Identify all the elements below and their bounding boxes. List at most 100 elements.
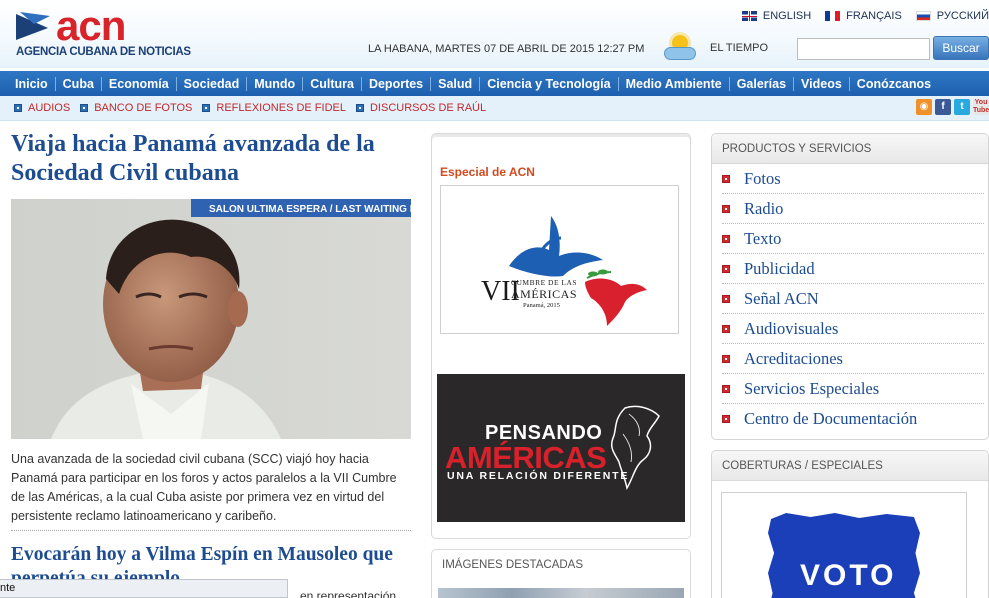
product-acreditaciones[interactable]: Acreditaciones bbox=[722, 344, 984, 374]
nav-deportes[interactable]: Deportes bbox=[362, 77, 430, 91]
link-banco-fotos[interactable]: BANCO DE FOTOS bbox=[80, 102, 192, 114]
square-bullet-icon bbox=[722, 415, 730, 423]
coverage-title: COBERTURAS / ESPECIALES bbox=[712, 451, 988, 481]
square-bullet-icon bbox=[14, 104, 22, 112]
lang-french[interactable]: FRANÇAIS bbox=[825, 10, 902, 22]
rss-icon[interactable]: ◉ bbox=[916, 99, 932, 115]
square-bullet-icon bbox=[722, 174, 730, 183]
square-bullet-icon bbox=[355, 104, 364, 112]
products-list: Fotos Radio Texto Publicidad Señal ACN A… bbox=[722, 164, 984, 434]
product-fotos[interactable]: Fotos bbox=[722, 164, 984, 194]
product-label: Radio bbox=[744, 198, 784, 218]
second-story-snippet: ...en representación bbox=[290, 589, 397, 598]
square-bullet-icon bbox=[722, 324, 730, 333]
product-radio[interactable]: Radio bbox=[722, 194, 984, 224]
product-label: Fotos bbox=[744, 168, 781, 188]
featured-images-panel: IMÁGENES DESTACADAS bbox=[431, 549, 691, 598]
secondary-nav: AUDIOS BANCO DE FOTOS REFLEXIONES DE FID… bbox=[0, 96, 989, 121]
pensando-line3: UNA RELACIÓN DIFERENTE bbox=[447, 470, 630, 482]
nav-economia[interactable]: Economía bbox=[102, 77, 176, 91]
products-title: PRODUCTOS Y SERVICIOS bbox=[712, 134, 988, 164]
link-audios[interactable]: AUDIOS bbox=[14, 102, 70, 114]
voto-banner[interactable]: VOTO bbox=[721, 492, 967, 598]
main-nav: Inicio Cuba Economía Sociedad Mundo Cult… bbox=[0, 71, 989, 96]
weather-sun-cloud-icon bbox=[662, 33, 700, 63]
lang-english[interactable]: ENGLISH bbox=[741, 10, 812, 22]
voto-text: VOTO bbox=[800, 559, 897, 592]
product-label: Audiovisuales bbox=[744, 318, 839, 338]
product-label: Centro de Documentación bbox=[744, 409, 918, 428]
featured-images-strip[interactable] bbox=[438, 588, 684, 598]
social-links: ◉ f t You Tube bbox=[916, 99, 989, 115]
acn-logo[interactable]: acn AGENCIA CUBANA DE NOTICIAS bbox=[14, 4, 191, 64]
lang-label: FRANÇAIS bbox=[846, 10, 902, 22]
link-reflexiones-fidel[interactable]: REFLEXIONES DE FIDEL bbox=[202, 102, 346, 114]
lang-russian[interactable]: РУССКИЙ bbox=[915, 10, 989, 22]
browser-status-bar: nte bbox=[0, 579, 288, 598]
product-label: Servicios Especiales bbox=[744, 378, 880, 398]
product-audiovisuales[interactable]: Audiovisuales bbox=[722, 314, 984, 344]
product-texto[interactable]: Texto bbox=[722, 224, 984, 254]
nav-mundo[interactable]: Mundo bbox=[247, 77, 302, 91]
product-senal-acn[interactable]: Señal ACN bbox=[722, 284, 984, 314]
product-publicidad[interactable]: Publicidad bbox=[722, 254, 984, 284]
square-bullet-icon bbox=[202, 104, 211, 112]
nav-inicio[interactable]: Inicio bbox=[8, 77, 55, 91]
nav-cultura[interactable]: Cultura bbox=[303, 77, 361, 91]
link-label: REFLEXIONES DE FIDEL bbox=[216, 102, 346, 114]
link-label: BANCO DE FOTOS bbox=[94, 102, 193, 114]
man-portrait-photo: SALON ULTIMA ESPERA / LAST WAITING ROOM bbox=[11, 199, 411, 439]
square-bullet-icon bbox=[722, 204, 730, 213]
story-divider bbox=[11, 530, 411, 531]
weather-link[interactable]: EL TIEMPO bbox=[662, 33, 768, 63]
logo-tagline: AGENCIA CUBANA DE NOTICIAS bbox=[16, 46, 191, 58]
nav-medio-ambiente[interactable]: Medio Ambiente bbox=[619, 77, 729, 91]
second-story-title[interactable]: Evocarán hoy a Vilma Espín en Mausoleo q… bbox=[11, 543, 411, 583]
site-header: acn AGENCIA CUBANA DE NOTICIAS ENGLISH F… bbox=[0, 0, 989, 68]
secondary-links: AUDIOS BANCO DE FOTOS REFLEXIONES DE FID… bbox=[14, 102, 486, 114]
link-label: DISCURSOS DE RAÚL bbox=[369, 102, 487, 114]
nav-cuba[interactable]: Cuba bbox=[56, 77, 101, 91]
france-flag-icon bbox=[825, 11, 841, 21]
featured-images-title: IMÁGENES DESTACADAS bbox=[442, 559, 584, 571]
cumbre-line2: AMÉRICAS bbox=[511, 287, 578, 301]
nav-videos[interactable]: Videos bbox=[794, 77, 849, 91]
nav-galerias[interactable]: Galerías bbox=[730, 77, 793, 91]
square-bullet-icon bbox=[722, 354, 730, 363]
product-label: Publicidad bbox=[744, 258, 815, 278]
cumbre-line1: CUMBRE DE LAS bbox=[511, 278, 578, 287]
special-label: Especial de ACN bbox=[440, 165, 535, 179]
acn-logo-mark-icon bbox=[16, 12, 50, 40]
search-button[interactable]: Buscar bbox=[933, 36, 989, 60]
link-discursos-raul[interactable]: DISCURSOS DE RAÚL bbox=[355, 102, 487, 114]
search-input[interactable] bbox=[797, 38, 930, 60]
main-story-title[interactable]: Viaja hacia Panamá avanzada de la Socied… bbox=[11, 130, 411, 188]
square-bullet-icon bbox=[722, 264, 730, 273]
pensando-americas-banner[interactable]: PENSANDO AMÉRICAS UNA RELACIÓN DIFERENTE bbox=[437, 374, 685, 522]
cumbre-americas-banner[interactable]: VII CUMBRE DE LAS AMÉRICAS Panamá, 2015 bbox=[440, 185, 679, 334]
product-label: Acreditaciones bbox=[744, 348, 843, 368]
square-bullet-icon bbox=[722, 384, 730, 393]
cumbre-line3: Panamá, 2015 bbox=[523, 302, 560, 309]
nav-sociedad[interactable]: Sociedad bbox=[177, 77, 247, 91]
coverage-panel: COBERTURAS / ESPECIALES VOTO bbox=[711, 450, 989, 598]
nav-ciencia-tecnologia[interactable]: Ciencia y Tecnología bbox=[480, 77, 617, 91]
nav-conozcanos[interactable]: Conózcanos bbox=[850, 77, 938, 91]
youtube-icon[interactable]: You Tube bbox=[973, 99, 989, 115]
uk-flag-icon bbox=[741, 11, 757, 21]
lang-label: РУССКИЙ bbox=[936, 10, 989, 22]
logo-wordmark: acn bbox=[56, 2, 126, 49]
nav-salud[interactable]: Salud bbox=[431, 77, 479, 91]
dove-logo-icon bbox=[509, 216, 647, 326]
square-bullet-icon bbox=[80, 104, 89, 112]
lang-label: ENGLISH bbox=[762, 10, 812, 22]
main-story-summary: Una avanzada de la sociedad civil cubana… bbox=[11, 452, 397, 523]
facebook-icon[interactable]: f bbox=[935, 99, 951, 115]
square-bullet-icon bbox=[722, 234, 730, 243]
square-bullet-icon bbox=[722, 294, 730, 303]
main-story-photo[interactable]: SALON ULTIMA ESPERA / LAST WAITING ROOM bbox=[11, 199, 411, 439]
product-label: Señal ACN bbox=[744, 288, 819, 308]
twitter-icon[interactable]: t bbox=[954, 99, 970, 115]
product-centro-documentacion[interactable]: Centro de Documentación bbox=[722, 404, 984, 434]
product-servicios-especiales[interactable]: Servicios Especiales bbox=[722, 374, 984, 404]
